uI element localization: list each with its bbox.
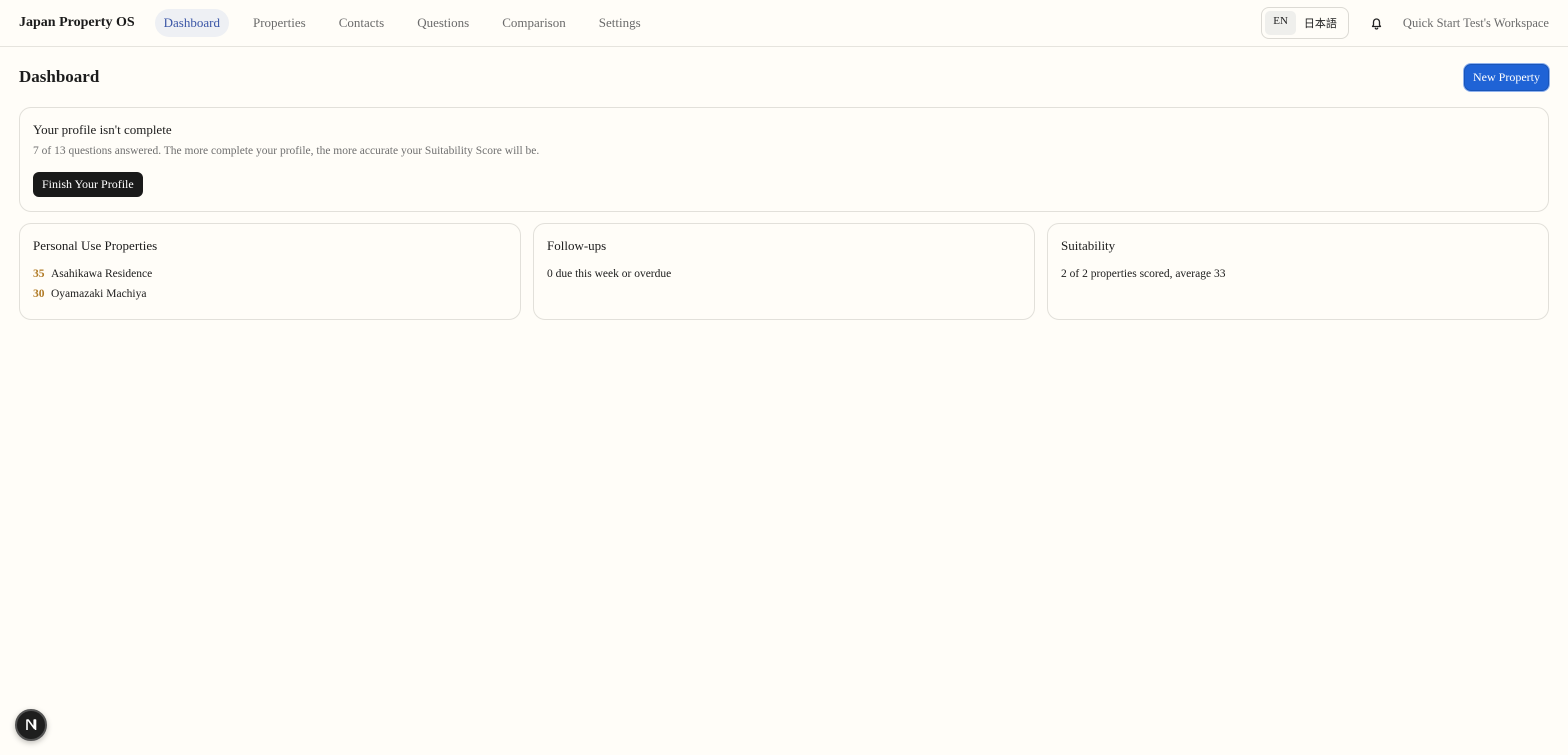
summary-cards: Personal Use Properties 35 Asahikawa Res…	[19, 223, 1549, 320]
top-bar: Japan Property OS Dashboard Properties C…	[0, 0, 1568, 47]
workspace-switcher[interactable]: Quick Start Test's Workspace	[1403, 16, 1549, 31]
brand-logo[interactable]: Japan Property OS	[19, 15, 135, 31]
lang-ja-button[interactable]: 日本語	[1296, 11, 1345, 35]
personal-use-card: Personal Use Properties 35 Asahikawa Res…	[19, 223, 521, 320]
title-row: Dashboard New Property	[19, 47, 1549, 107]
nav-comparison[interactable]: Comparison	[493, 9, 575, 37]
main-content: Dashboard New Property Your profile isn'…	[0, 47, 1568, 320]
finish-profile-button[interactable]: Finish Your Profile	[33, 172, 143, 197]
nav-properties[interactable]: Properties	[244, 9, 315, 37]
suitability-title: Suitability	[1061, 238, 1116, 253]
followups-title: Follow-ups	[547, 238, 607, 253]
bell-icon[interactable]	[1367, 13, 1387, 33]
nav-contacts[interactable]: Contacts	[330, 9, 394, 37]
profile-incomplete-card: Your profile isn't complete 7 of 13 ques…	[19, 107, 1549, 212]
suitability-card: Suitability 2 of 2 properties scored, av…	[1047, 223, 1549, 320]
list-item[interactable]: 35 Asahikawa Residence	[33, 268, 507, 280]
profile-card-title: Your profile isn't complete	[33, 122, 172, 137]
lang-en-button[interactable]: EN	[1265, 11, 1296, 35]
nav-questions[interactable]: Questions	[408, 9, 478, 37]
nav-settings[interactable]: Settings	[590, 9, 650, 37]
main-nav: Dashboard Properties Contacts Questions …	[154, 9, 665, 37]
property-name: Oyamazaki Machiya	[51, 288, 147, 300]
personal-use-list: 35 Asahikawa Residence 30 Oyamazaki Mach…	[33, 268, 507, 300]
property-name: Asahikawa Residence	[51, 268, 153, 280]
top-bar-right: EN 日本語 Quick Start Test's Workspace	[1261, 7, 1549, 39]
nextjs-devtools-icon[interactable]	[15, 709, 47, 741]
score-badge: 30	[33, 288, 45, 300]
personal-use-title: Personal Use Properties	[33, 238, 158, 253]
list-item[interactable]: 30 Oyamazaki Machiya	[33, 288, 507, 300]
profile-card-subtitle: 7 of 13 questions answered. The more com…	[33, 145, 540, 157]
page-title: Dashboard	[19, 67, 100, 86]
new-property-button[interactable]: New Property	[1464, 63, 1549, 91]
followups-card: Follow-ups 0 due this week or overdue	[533, 223, 1035, 320]
nav-dashboard[interactable]: Dashboard	[154, 9, 229, 37]
language-toggle: EN 日本語	[1261, 7, 1349, 39]
suitability-text: 2 of 2 properties scored, average 33	[1061, 268, 1226, 280]
score-badge: 35	[33, 268, 45, 280]
followups-text: 0 due this week or overdue	[547, 268, 672, 280]
